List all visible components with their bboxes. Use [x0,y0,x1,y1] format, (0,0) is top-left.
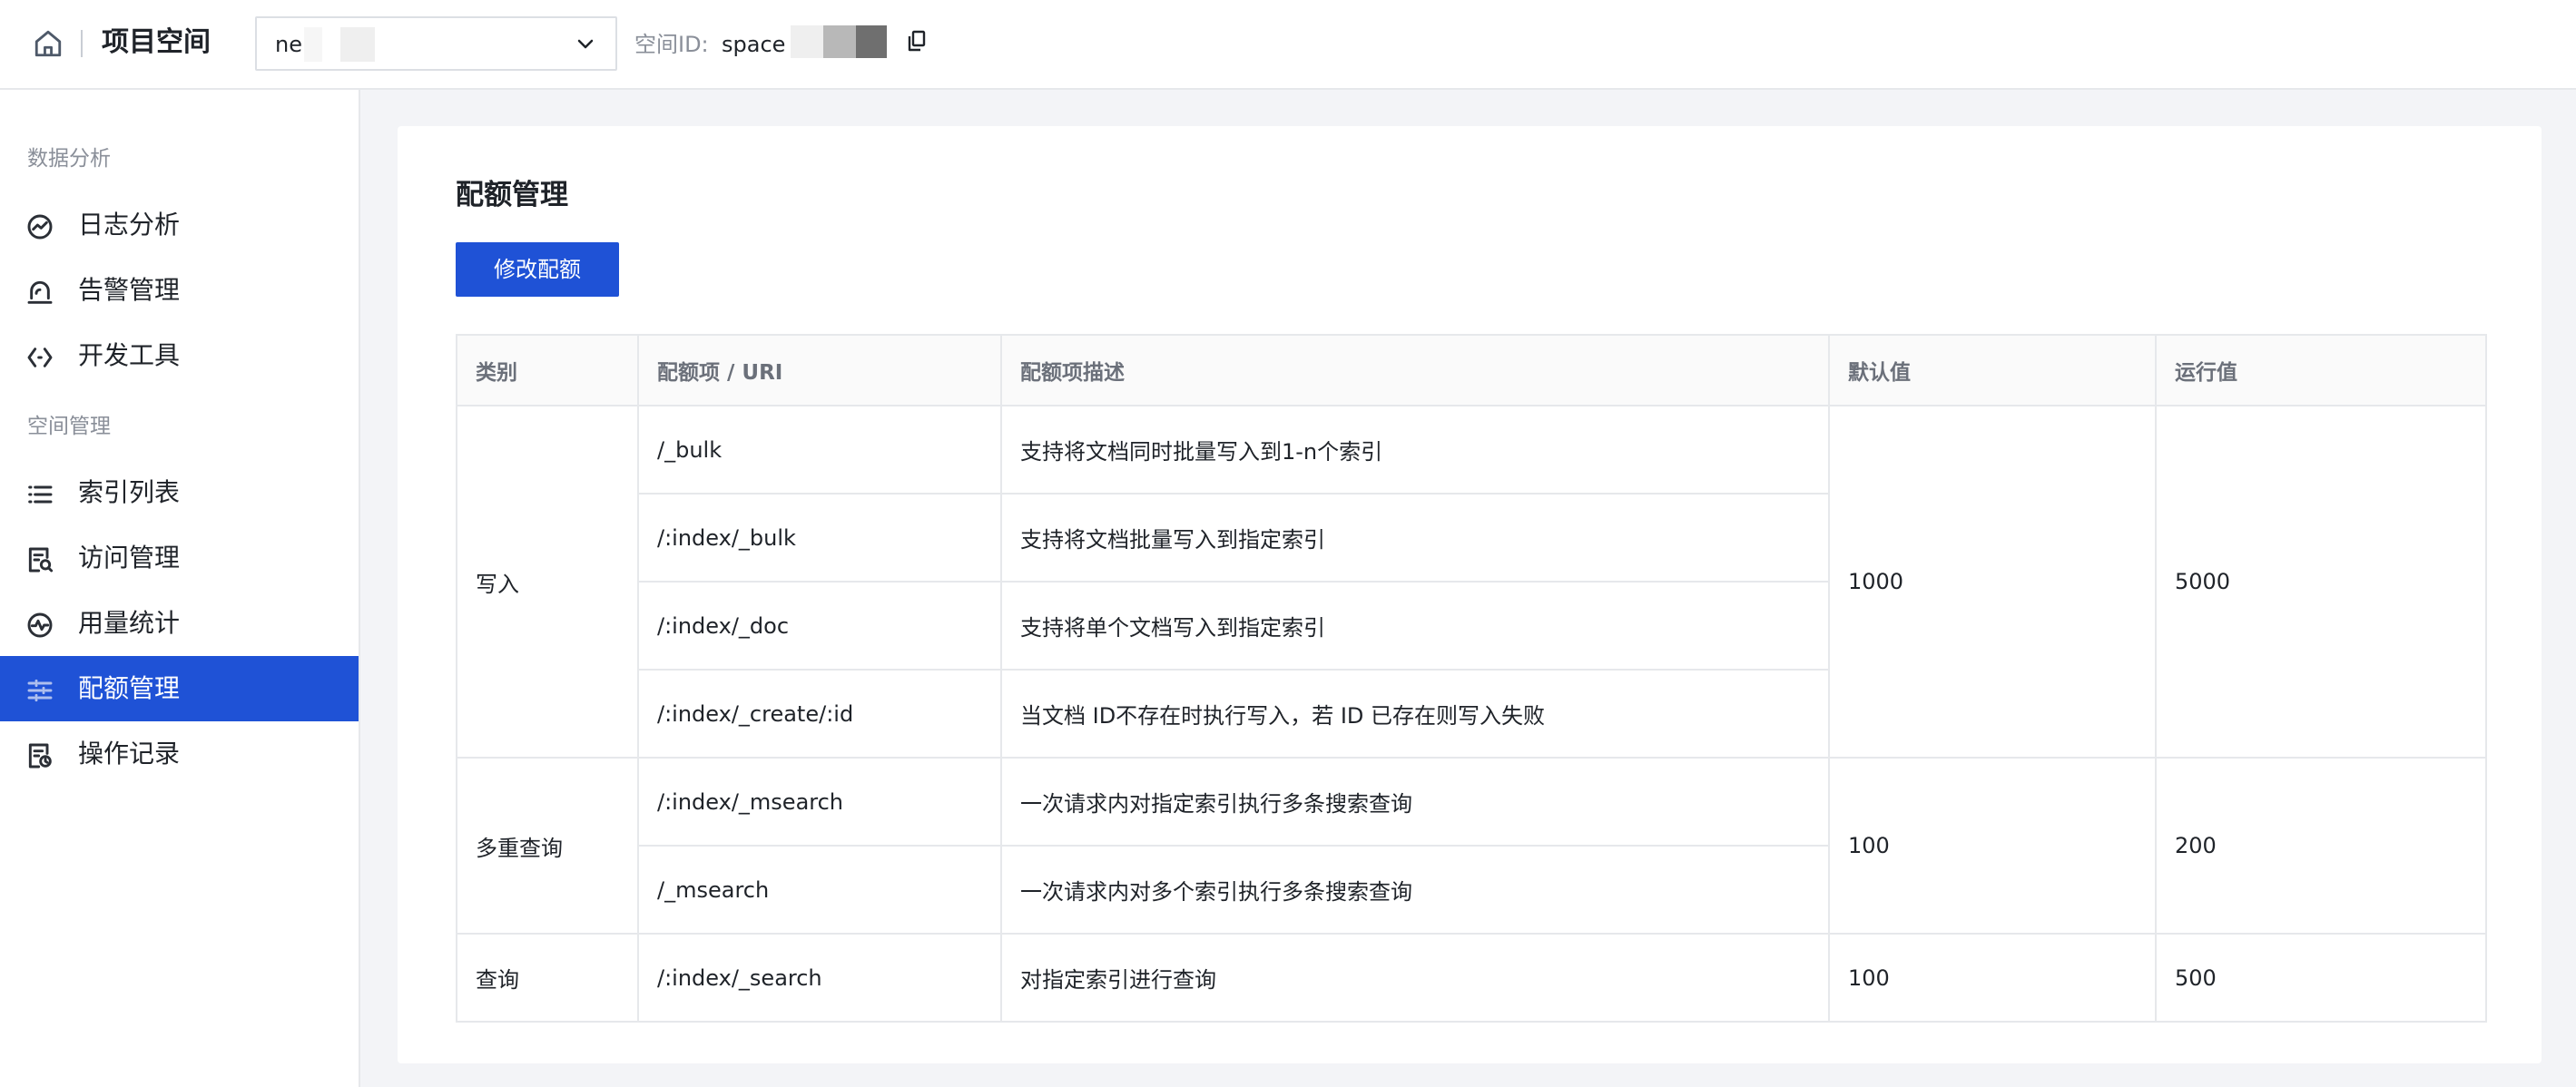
sidebar-item-label: 索引列表 [78,477,181,507]
table-row: 查询 /:index/_search 对指定索引进行查询 100 500 [456,933,2487,1023]
description-cell: 支持将单个文档写入到指定索引 [1000,581,1830,671]
alarm-icon [27,280,53,304]
default-value-cell: 1000 [1828,405,2157,759]
divider [81,30,83,57]
sidebar-item-label: 开发工具 [78,340,181,370]
sidebar-group-data-analysis: 数据分析 [27,147,111,171]
sidebar: 数据分析 日志分析 告警管理 开发工具 空间管理 索引列表 访问管理 用量统计 … [0,90,360,1087]
home-icon[interactable] [33,28,64,59]
top-bar: 项目空间 ne 空间ID: space [0,0,2576,90]
description-cell: 对指定索引进行查询 [1000,933,1830,1023]
running-value-cell: 500 [2155,933,2487,1023]
page-title: 配额管理 [456,179,568,211]
sidebar-item-log-analysis[interactable]: 日志分析 [0,192,359,258]
redacted-block [791,25,823,58]
quota-table: 类别 配额项 / URI 配额项描述 默认值 运行值 写入 /_bulk 支持将… [456,334,2487,1023]
list-icon [28,485,53,504]
sidebar-item-label: 访问管理 [78,543,181,573]
uri-cell: /_msearch [637,845,1002,935]
header-description: 配额项描述 [1000,334,1830,406]
sidebar-item-dev-tools[interactable]: 开发工具 [0,323,359,388]
sidebar-item-index-list[interactable]: 索引列表 [0,460,359,525]
redacted-block [304,27,322,62]
header-default: 默认值 [1828,334,2157,406]
space-select-value: ne [275,32,302,57]
sidebar-item-alarm[interactable]: 告警管理 [0,258,359,323]
sidebar-group-space-management: 空间管理 [27,415,111,438]
uri-cell: /:index/_create/:id [637,669,1002,759]
description-cell: 当文档 ID不存在时执行写入，若 ID 已存在则写入失败 [1000,669,1830,759]
table-row: 写入 /_bulk 支持将文档同时批量写入到1-n个索引 1000 5000 [456,405,2487,759]
redacted-block [340,27,375,62]
sidebar-item-label: 用量统计 [78,608,181,638]
header-category: 类别 [456,334,639,406]
default-value-cell: 100 [1828,933,2157,1023]
redacted-block [856,25,887,58]
category-cell: 查询 [456,933,639,1023]
uri-cell: /_bulk [637,405,1002,495]
uri-cell: /:index/_bulk [637,493,1002,583]
header-running: 运行值 [2155,334,2487,406]
access-icon [28,547,54,573]
sidebar-item-records[interactable]: 操作记录 [0,721,359,787]
default-value-cell: 100 [1828,757,2157,935]
redacted-block [823,25,856,58]
usage-icon [27,612,53,638]
sidebar-item-quota[interactable]: 配额管理 [0,656,359,721]
code-icon [27,348,53,367]
header-uri: 配额项 / URI [637,334,1002,406]
log-analysis-icon [27,214,53,240]
table-row: 多重查询 /:index/_msearch 一次请求内对指定索引执行多条搜索查询… [456,757,2487,935]
description-cell: 支持将文档批量写入到指定索引 [1000,493,1830,583]
app-title: 项目空间 [102,26,211,58]
chevron-down-icon [577,39,594,49]
category-cell: 多重查询 [456,757,639,935]
running-value-cell: 200 [2155,757,2487,935]
space-select[interactable]: ne [255,16,617,71]
category-cell: 写入 [456,405,639,759]
space-id-label: 空间ID: [634,32,709,57]
sidebar-item-usage[interactable]: 用量统计 [0,591,359,656]
description-cell: 支持将文档同时批量写入到1-n个索引 [1000,405,1830,495]
uri-cell: /:index/_doc [637,581,1002,671]
description-cell: 一次请求内对多个索引执行多条搜索查询 [1000,845,1830,935]
uri-cell: /:index/_search [637,933,1002,1023]
sidebar-item-label: 配额管理 [78,673,181,703]
edit-quota-button[interactable]: 修改配额 [456,242,619,297]
sidebar-item-access[interactable]: 访问管理 [0,525,359,591]
record-icon [28,743,52,769]
space-id-value: space [722,32,786,57]
sidebar-item-label: 操作记录 [78,739,181,769]
running-value-cell: 5000 [2155,405,2487,759]
quota-card: 配额管理 修改配额 类别 配额项 / URI 配额项描述 默认值 运行值 写入 … [398,126,2542,1063]
description-cell: 一次请求内对指定索引执行多条搜索查询 [1000,757,1830,847]
sidebar-item-label: 日志分析 [78,210,181,240]
uri-cell: /:index/_msearch [637,757,1002,847]
table-header-row: 类别 配额项 / URI 配额项描述 默认值 运行值 [456,334,2487,406]
quota-icon [27,679,53,702]
sidebar-item-label: 告警管理 [78,275,181,305]
copy-icon[interactable] [906,29,928,53]
